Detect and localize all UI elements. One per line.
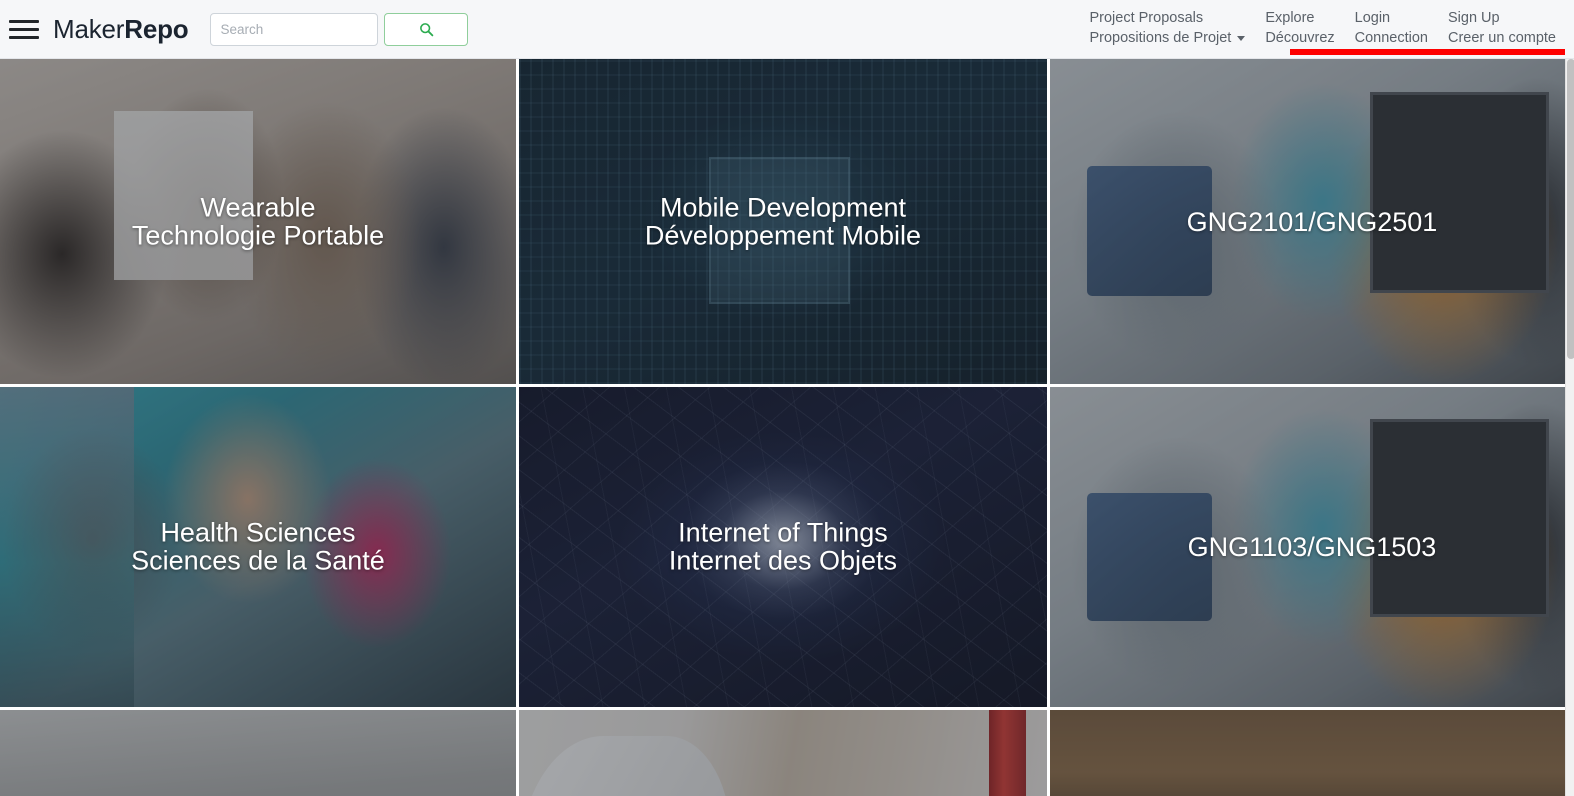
tile-caption-en: Health Sciences xyxy=(160,517,356,548)
hamburger-bar xyxy=(9,19,39,23)
nav-item-label-en: Sign Up xyxy=(1448,9,1500,26)
chevron-down-icon[interactable] xyxy=(1237,36,1246,41)
tile-caption: Wearable Technologie Portable xyxy=(0,193,516,250)
category-tile-row3-1[interactable] xyxy=(0,710,516,796)
category-tile-row3-3[interactable] xyxy=(1050,710,1574,796)
tile-overlay xyxy=(0,710,516,796)
top-navbar: MakerRepo Project Proposals Propositions… xyxy=(0,0,1574,59)
category-tile-gng2101-gng2501[interactable]: GNG2101/GNG2501 xyxy=(1050,59,1574,384)
brand-logo[interactable]: MakerRepo xyxy=(53,14,189,44)
vertical-scrollbar[interactable] xyxy=(1565,59,1574,796)
brand-logo-repo: Repo xyxy=(124,14,189,44)
nav-item-label-en: Project Proposals xyxy=(1089,9,1204,26)
tile-overlay xyxy=(1050,710,1574,796)
category-tile-grid: Wearable Technologie Portable Mobile Dev… xyxy=(0,59,1574,796)
tile-caption-en: Wearable xyxy=(200,192,316,223)
nav-item-label-fr-text: Propositions de Projet xyxy=(1089,29,1232,46)
search-submit-button[interactable] xyxy=(384,12,469,46)
category-tile-mobile-development[interactable]: Mobile Development Développement Mobile xyxy=(519,59,1047,384)
nav-item-label-en: Login xyxy=(1354,9,1391,26)
nav-item-label-fr: Creer un compte xyxy=(1448,29,1556,46)
nav-item-label-en: Explore xyxy=(1265,9,1315,26)
tile-caption-fr: Développement Mobile xyxy=(644,220,922,251)
tile-caption-en: GNG1103/GNG1503 xyxy=(1187,531,1437,562)
brand-logo-maker: Maker xyxy=(53,14,125,44)
tile-caption-fr: Sciences de la Santé xyxy=(131,546,385,576)
search-icon xyxy=(420,22,434,36)
nav-item-project-proposals[interactable]: Project Proposals Propositions de Projet xyxy=(1079,8,1255,48)
tile-caption: Health Sciences Sciences de la Santé xyxy=(0,517,516,576)
category-tile-row3-2[interactable] xyxy=(519,710,1047,796)
tile-caption-fr: Technologie Portable xyxy=(131,220,385,251)
tile-caption: Mobile Development Développement Mobile xyxy=(519,193,1047,250)
nav-item-label-fr: Propositions de Projet xyxy=(1089,28,1246,48)
category-tile-health-sciences[interactable]: Health Sciences Sciences de la Santé xyxy=(0,387,516,707)
tile-caption: GNG2101/GNG2501 xyxy=(1050,206,1574,237)
tile-overlay xyxy=(519,710,1047,796)
nav-item-label-fr: Découvrez xyxy=(1265,29,1335,46)
tile-caption-en: Mobile Development xyxy=(659,192,907,223)
nav-item-explore[interactable]: Explore Découvrez xyxy=(1255,8,1344,48)
tile-caption: Internet of Things Internet des Objets xyxy=(519,517,1047,576)
nav-item-label-fr: Connection xyxy=(1354,29,1428,46)
tile-caption-fr: Internet des Objets xyxy=(668,546,898,576)
hamburger-bar xyxy=(9,27,39,31)
category-tile-internet-of-things[interactable]: Internet of Things Internet des Objets xyxy=(519,387,1047,707)
nav-active-highlight-bar xyxy=(1290,49,1565,55)
nav-item-login[interactable]: Login Connection xyxy=(1345,8,1438,48)
tile-caption: GNG1103/GNG1503 xyxy=(1050,531,1574,562)
hamburger-menu-icon[interactable] xyxy=(9,16,41,42)
search-input[interactable] xyxy=(210,12,379,46)
hamburger-bar xyxy=(9,35,39,39)
nav-item-sign-up[interactable]: Sign Up Creer un compte xyxy=(1438,8,1566,48)
category-tile-wearable[interactable]: Wearable Technologie Portable xyxy=(0,59,516,384)
category-tile-gng1103-gng1503[interactable]: GNG1103/GNG1503 xyxy=(1050,387,1574,707)
tile-caption-en: Internet of Things xyxy=(678,517,888,548)
scrollbar-thumb[interactable] xyxy=(1567,59,1574,359)
tile-caption-en: GNG2101/GNG2501 xyxy=(1186,206,1438,237)
